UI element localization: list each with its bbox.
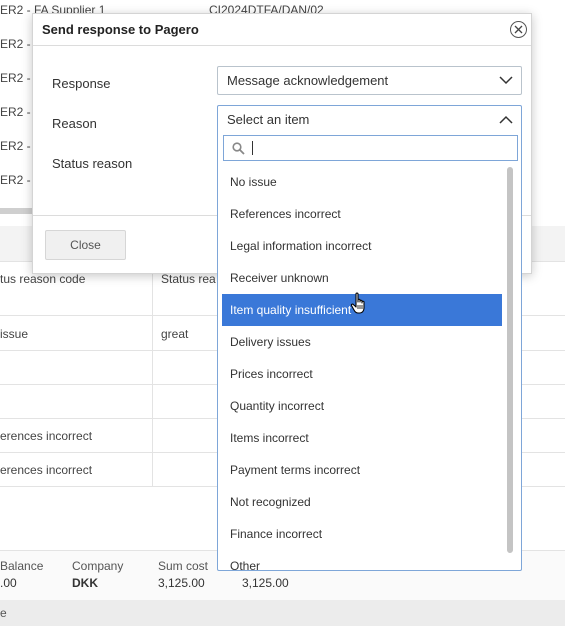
app-root: ER2 - FA Supplier 1 CI2024DTFA/DAN/02 ER… xyxy=(0,0,565,626)
dropdown-option[interactable]: Payment terms incorrect xyxy=(222,454,502,486)
response-value: Message acknowledgement xyxy=(227,73,389,88)
dropdown-option[interactable]: Delivery issues xyxy=(222,326,502,358)
column-header[interactable]: tus reason code xyxy=(0,272,85,286)
option-list: No issue References incorrect Legal inform… xyxy=(222,166,502,570)
dropdown-option[interactable]: No issue xyxy=(222,166,502,198)
dialog-title: Send response to Pagero xyxy=(42,22,199,37)
chevron-down-icon xyxy=(499,76,513,85)
chevron-up-icon xyxy=(499,115,513,124)
status-bar: e xyxy=(0,600,565,626)
reason-select[interactable]: Select an item xyxy=(218,106,521,135)
column-divider xyxy=(152,262,153,486)
reason-label: Reason xyxy=(52,116,97,131)
table-cell: erences incorrect xyxy=(0,429,93,443)
response-label: Response xyxy=(52,76,111,91)
table-cell: great xyxy=(161,327,189,341)
dropdown-option[interactable]: Quantity incorrect xyxy=(222,390,502,422)
company-label: Company xyxy=(72,559,124,573)
dropdown-option[interactable]: References incorrect xyxy=(222,198,502,230)
dropdown-scrollbar[interactable] xyxy=(507,167,513,553)
status-text: e xyxy=(0,606,7,620)
company-value: DKK xyxy=(72,576,98,590)
sum-cost-value: 3,125.00 xyxy=(158,576,205,590)
dropdown-option[interactable]: Receiver unknown xyxy=(222,262,502,294)
search-input[interactable] xyxy=(223,135,518,161)
column-header[interactable]: Status rea xyxy=(161,272,216,286)
hand-cursor-icon xyxy=(350,292,365,314)
balance-label: Balance xyxy=(0,559,44,573)
close-button[interactable]: Close xyxy=(45,230,126,260)
reason-placeholder: Select an item xyxy=(227,112,310,127)
text-caret xyxy=(252,141,253,155)
reason-dropdown[interactable]: Select an item No issue References incorr… xyxy=(217,105,522,571)
sum-cost-label: Sum cost xyxy=(158,559,209,573)
table-cell: issue xyxy=(0,327,29,341)
dialog-header: Send response to Pagero xyxy=(33,14,531,46)
status-reason-label: Status reason xyxy=(52,156,133,171)
dropdown-option[interactable]: Not recognized xyxy=(222,486,502,518)
dropdown-option[interactable]: Items incorrect xyxy=(222,422,502,454)
balance-value: .00 xyxy=(0,576,17,590)
extra-value: 3,125.00 xyxy=(242,576,289,590)
search-icon xyxy=(232,142,245,155)
dropdown-option[interactable]: Other xyxy=(222,550,502,570)
dropdown-option[interactable]: Prices incorrect xyxy=(222,358,502,390)
dropdown-option[interactable]: Finance incorrect xyxy=(222,518,502,550)
dropdown-option[interactable]: Legal information incorrect xyxy=(222,230,502,262)
close-circle-icon[interactable] xyxy=(510,21,527,38)
response-select[interactable]: Message acknowledgement xyxy=(217,66,522,95)
table-cell: erences incorrect xyxy=(0,463,93,477)
